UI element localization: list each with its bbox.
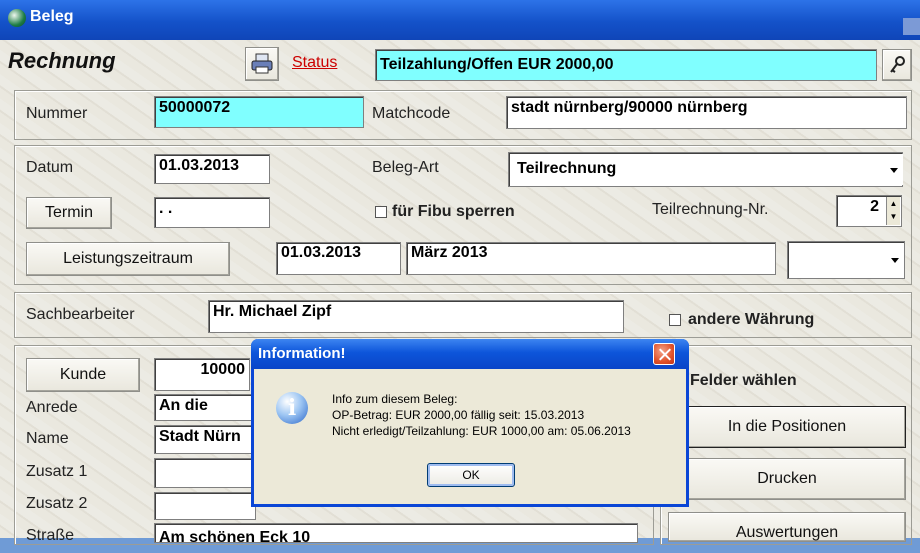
info-icon: i	[276, 392, 308, 424]
zusatz1-field[interactable]	[154, 458, 256, 488]
status-link[interactable]: Status	[292, 54, 337, 72]
chevron-down-icon[interactable]	[886, 243, 904, 277]
dialog-line-1: Info zum diesem Beleg:	[332, 392, 458, 406]
chevron-down-icon[interactable]	[885, 154, 903, 185]
window-title: Beleg	[30, 8, 74, 25]
window-close-button[interactable]	[903, 18, 920, 35]
title-bar: Beleg	[0, 0, 920, 40]
datum-field[interactable]: 01.03.2013	[154, 154, 270, 184]
datum-label: Datum	[26, 159, 74, 176]
app-icon	[8, 9, 26, 27]
waehrung-checkbox[interactable]	[669, 314, 681, 326]
fibu-label: für Fibu sperren	[392, 203, 515, 220]
ok-button[interactable]: OK	[427, 463, 515, 487]
strasse-label: Straße	[26, 527, 75, 544]
dialog-line-3: Nicht erledigt/Teilzahlung: EUR 1000,00 …	[332, 424, 631, 438]
anrede-label: Anrede	[26, 399, 78, 416]
nummer-label: Nummer	[26, 105, 88, 122]
matchcode-field[interactable]: stadt nürnberg/90000 nürnberg	[506, 96, 907, 129]
key-icon	[890, 56, 905, 73]
drucken-button[interactable]: Drucken	[668, 458, 906, 500]
felder-label: Felder wählen	[690, 372, 797, 389]
waehrung-label: andere Währung	[688, 311, 815, 328]
name-label: Name	[26, 430, 69, 447]
belegart-label: Beleg-Art	[372, 159, 439, 176]
name-field[interactable]: Stadt Nürn	[154, 425, 256, 454]
strasse-field[interactable]: Am schönen Eck 10	[154, 523, 638, 543]
kunde-button[interactable]: Kunde	[26, 358, 140, 392]
dialog-title-bar: Information!	[251, 339, 689, 369]
spinner-buttons[interactable]: ▲ ▼	[886, 197, 900, 225]
matchcode-label: Matchcode	[372, 105, 451, 122]
search-key-button[interactable]	[882, 49, 912, 81]
teilrechnung-label: Teilrechnung-Nr.	[652, 201, 769, 218]
anrede-field[interactable]: An die	[154, 394, 256, 421]
printer-icon	[251, 53, 273, 74]
close-icon[interactable]	[653, 343, 675, 365]
zusatz1-label: Zusatz 1	[26, 463, 88, 480]
status-field: Teilzahlung/Offen EUR 2000,00	[375, 49, 877, 81]
sachbearbeiter-label: Sachbearbeiter	[26, 306, 135, 323]
zusatz2-label: Zusatz 2	[26, 495, 88, 512]
dialog-line-2: OP-Betrag: EUR 2000,00 fällig seit: 15.0…	[332, 408, 585, 422]
zusatz2-field[interactable]	[154, 492, 256, 520]
leistungszeitraum-button[interactable]: Leistungszeitraum	[26, 242, 230, 276]
termin-field[interactable]: . .	[154, 197, 270, 228]
nummer-field[interactable]: 50000072	[154, 96, 364, 128]
fibu-checkbox[interactable]	[375, 206, 387, 218]
termin-button[interactable]: Termin	[26, 197, 112, 229]
leistung-date-field[interactable]: 01.03.2013	[276, 242, 401, 275]
information-dialog: Information! i Info zum diesem Beleg: OP…	[251, 339, 689, 507]
print-button[interactable]	[245, 47, 279, 81]
belegart-select[interactable]: Teilrechnung	[508, 152, 903, 187]
positionen-button[interactable]: In die Positionen	[668, 406, 906, 448]
kunde-field[interactable]: 10000	[154, 358, 250, 391]
doc-type-title: Rechnung	[8, 48, 116, 73]
leistung-text-field[interactable]: März 2013	[406, 242, 776, 275]
dialog-title: Information!	[258, 345, 346, 362]
sachbearbeiter-field[interactable]: Hr. Michael Zipf	[208, 300, 624, 333]
